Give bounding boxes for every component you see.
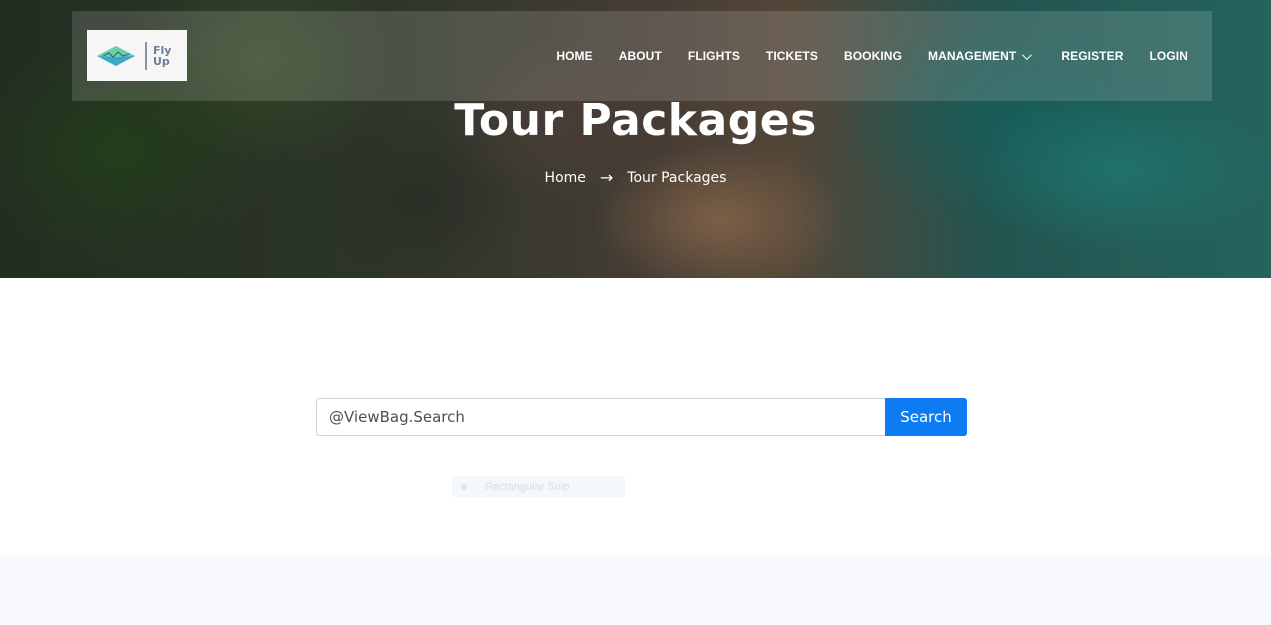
nav-management[interactable]: MANAGEMENT bbox=[928, 49, 1033, 63]
nav-about-label: ABOUT bbox=[618, 49, 662, 63]
nav-flights[interactable]: FLIGHTS bbox=[688, 49, 740, 63]
logo[interactable]: Fly Up bbox=[87, 30, 187, 81]
logo-text-line1: Fly bbox=[153, 43, 172, 57]
nav-register[interactable]: REGISTER bbox=[1061, 49, 1123, 63]
search-input[interactable] bbox=[316, 398, 885, 436]
chevron-down-icon bbox=[1022, 49, 1033, 60]
nav-booking-label: BOOKING bbox=[843, 49, 903, 63]
logo-diamond-icon bbox=[97, 45, 135, 66]
search-button[interactable]: Search bbox=[885, 398, 967, 436]
nav-about[interactable]: ABOUT bbox=[619, 49, 662, 63]
breadcrumb-home[interactable]: Home bbox=[545, 170, 586, 186]
nav-flights-label: FLIGHTS bbox=[687, 49, 740, 63]
nav-register-label: REGISTER bbox=[1061, 49, 1124, 63]
logo-text-line2: Up bbox=[153, 54, 170, 68]
nav-login-label: LOGIN bbox=[1149, 49, 1188, 63]
navbar: Fly Up HOME ABOUT FLIGHTS TICKETS BOOKIN… bbox=[72, 11, 1212, 101]
arrow-right-icon: → bbox=[599, 168, 614, 187]
nav-home[interactable]: HOME bbox=[556, 49, 592, 63]
nav-management-label: MANAGEMENT bbox=[928, 49, 1017, 63]
logo-text: Fly Up bbox=[153, 45, 171, 67]
snip-label: Rectangular Snip bbox=[485, 480, 570, 493]
nav-login[interactable]: LOGIN bbox=[1150, 49, 1189, 63]
nav-home-label: HOME bbox=[556, 49, 593, 63]
logo-separator bbox=[145, 41, 147, 70]
lower-section bbox=[0, 555, 1271, 625]
breadcrumb: Home → Tour Packages bbox=[0, 168, 1271, 187]
nav-tickets[interactable]: TICKETS bbox=[766, 49, 818, 63]
main-menu: HOME ABOUT FLIGHTS TICKETS BOOKING MANAG… bbox=[530, 11, 1188, 101]
search-form: Search bbox=[316, 398, 967, 436]
nav-booking[interactable]: BOOKING bbox=[844, 49, 902, 63]
page-title: Tour Packages bbox=[454, 95, 817, 146]
snip-icon bbox=[461, 483, 467, 490]
snip-tool-ghost: Rectangular Snip bbox=[452, 476, 625, 497]
nav-tickets-label: TICKETS bbox=[765, 49, 818, 63]
breadcrumb-current: Tour Packages bbox=[627, 169, 727, 186]
